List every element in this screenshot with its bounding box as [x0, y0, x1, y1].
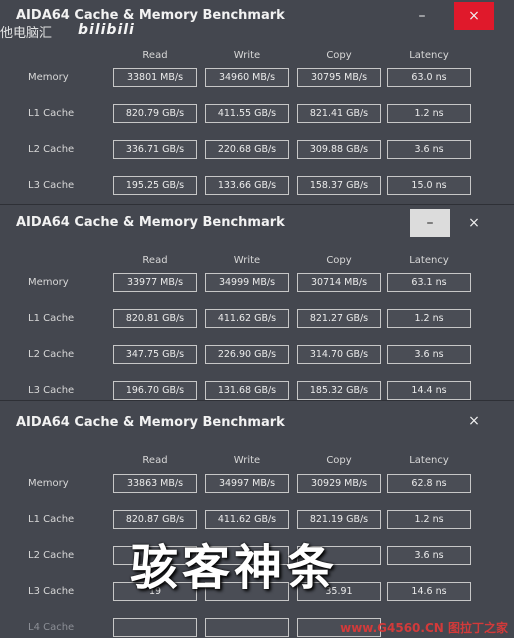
l3-latency-field[interactable]: 14.6 ns	[387, 582, 471, 601]
channel-watermark: 他电脑汇	[0, 26, 53, 41]
title-bar[interactable]: AIDA64 Cache & Memory Benchmark – ×	[0, 205, 514, 237]
l1-write-field[interactable]: 411.55 GB/s	[205, 104, 289, 123]
overlay-caption: 骇客神条	[130, 540, 339, 596]
l1-copy-field[interactable]: 821.27 GB/s	[297, 309, 381, 328]
l2-latency-field[interactable]: 3.6 ns	[387, 345, 471, 364]
l1-read-field[interactable]: 820.81 GB/s	[113, 309, 197, 328]
row-label-l1: L1 Cache	[28, 108, 75, 119]
memory-write-field[interactable]: 34997 MB/s	[205, 474, 289, 493]
column-header-read: Read	[142, 50, 168, 61]
l1-copy-field[interactable]: 821.41 GB/s	[297, 104, 381, 123]
column-header-latency: Latency	[409, 50, 449, 61]
l2-latency-field[interactable]: 3.6 ns	[387, 140, 471, 159]
l1-write-field[interactable]: 411.62 GB/s	[205, 309, 289, 328]
l1-copy-field[interactable]: 821.19 GB/s	[297, 510, 381, 529]
l3-read-field[interactable]: 196.70 GB/s	[113, 381, 197, 400]
column-header-write: Write	[233, 455, 261, 466]
benchmark-window-3: AIDA64 Cache & Memory Benchmark × Read W…	[0, 400, 514, 638]
row-label-l1: L1 Cache	[28, 514, 75, 525]
memory-latency-field[interactable]: 63.1 ns	[387, 273, 471, 292]
l1-latency-field[interactable]: 1.2 ns	[387, 510, 471, 529]
row-label-l2: L2 Cache	[28, 349, 75, 360]
column-header-write: Write	[233, 255, 261, 266]
l1-read-field[interactable]: 820.87 GB/s	[113, 510, 197, 529]
site-watermark: www.G4560.CN 图拉丁之家	[340, 621, 508, 635]
close-button[interactable]: ×	[454, 407, 494, 435]
l2-write-field[interactable]: 226.90 GB/s	[205, 345, 289, 364]
l2-read-field[interactable]: 336.71 GB/s	[113, 140, 197, 159]
row-label-memory: Memory	[28, 277, 69, 288]
column-header-copy: Copy	[326, 455, 352, 466]
memory-write-field[interactable]: 34999 MB/s	[205, 273, 289, 292]
l3-copy-field[interactable]: 158.37 GB/s	[297, 176, 381, 195]
memory-copy-field[interactable]: 30795 MB/s	[297, 68, 381, 87]
memory-write-field[interactable]: 34960 MB/s	[205, 68, 289, 87]
close-button[interactable]: ×	[454, 2, 494, 30]
l2-write-field[interactable]: 220.68 GB/s	[205, 140, 289, 159]
l3-latency-field[interactable]: 15.0 ns	[387, 176, 471, 195]
column-header-copy: Copy	[326, 50, 352, 61]
window-title: AIDA64 Cache & Memory Benchmark	[16, 415, 285, 430]
row-label-l3: L3 Cache	[28, 586, 75, 597]
l1-latency-field[interactable]: 1.2 ns	[387, 104, 471, 123]
column-header-copy: Copy	[326, 255, 352, 266]
window-title: AIDA64 Cache & Memory Benchmark	[16, 8, 285, 23]
memory-copy-field[interactable]: 30929 MB/s	[297, 474, 381, 493]
l1-write-field[interactable]: 411.62 GB/s	[205, 510, 289, 529]
row-label-l4: L4 Cache	[28, 622, 75, 633]
minimize-button[interactable]: –	[410, 209, 450, 237]
l4-read-field[interactable]	[113, 618, 197, 637]
memory-read-field[interactable]: 33863 MB/s	[113, 474, 197, 493]
l2-copy-field[interactable]: 314.70 GB/s	[297, 345, 381, 364]
column-header-latency: Latency	[409, 255, 449, 266]
memory-latency-field[interactable]: 62.8 ns	[387, 474, 471, 493]
memory-read-field[interactable]: 33977 MB/s	[113, 273, 197, 292]
minimize-button[interactable]: –	[402, 2, 442, 30]
l3-copy-field[interactable]: 185.32 GB/s	[297, 381, 381, 400]
row-label-memory: Memory	[28, 72, 69, 83]
column-header-read: Read	[142, 255, 168, 266]
memory-latency-field[interactable]: 63.0 ns	[387, 68, 471, 87]
l3-read-field[interactable]: 195.25 GB/s	[113, 176, 197, 195]
row-label-l3: L3 Cache	[28, 180, 75, 191]
l2-copy-field[interactable]: 309.88 GB/s	[297, 140, 381, 159]
l2-read-field[interactable]: 347.75 GB/s	[113, 345, 197, 364]
benchmark-window-2: AIDA64 Cache & Memory Benchmark – × Read…	[0, 204, 514, 400]
column-header-read: Read	[142, 455, 168, 466]
l3-write-field[interactable]: 131.68 GB/s	[205, 381, 289, 400]
l1-latency-field[interactable]: 1.2 ns	[387, 309, 471, 328]
row-label-l3: L3 Cache	[28, 385, 75, 396]
column-header-latency: Latency	[409, 455, 449, 466]
title-bar[interactable]: AIDA64 Cache & Memory Benchmark ×	[0, 401, 514, 433]
memory-copy-field[interactable]: 30714 MB/s	[297, 273, 381, 292]
row-label-l2: L2 Cache	[28, 550, 75, 561]
memory-read-field[interactable]: 33801 MB/s	[113, 68, 197, 87]
benchmark-window-1: AIDA64 Cache & Memory Benchmark – × 他电脑汇…	[0, 0, 514, 204]
l4-write-field[interactable]	[205, 618, 289, 637]
row-label-memory: Memory	[28, 478, 69, 489]
l2-latency-field[interactable]: 3.6 ns	[387, 546, 471, 565]
row-label-l1: L1 Cache	[28, 313, 75, 324]
l3-write-field[interactable]: 133.66 GB/s	[205, 176, 289, 195]
l1-read-field[interactable]: 820.79 GB/s	[113, 104, 197, 123]
column-header-write: Write	[233, 50, 261, 61]
window-title: AIDA64 Cache & Memory Benchmark	[16, 215, 285, 230]
row-label-l2: L2 Cache	[28, 144, 75, 155]
l3-latency-field[interactable]: 14.4 ns	[387, 381, 471, 400]
bilibili-logo: bilibili	[78, 22, 135, 38]
close-button[interactable]: ×	[454, 209, 494, 237]
